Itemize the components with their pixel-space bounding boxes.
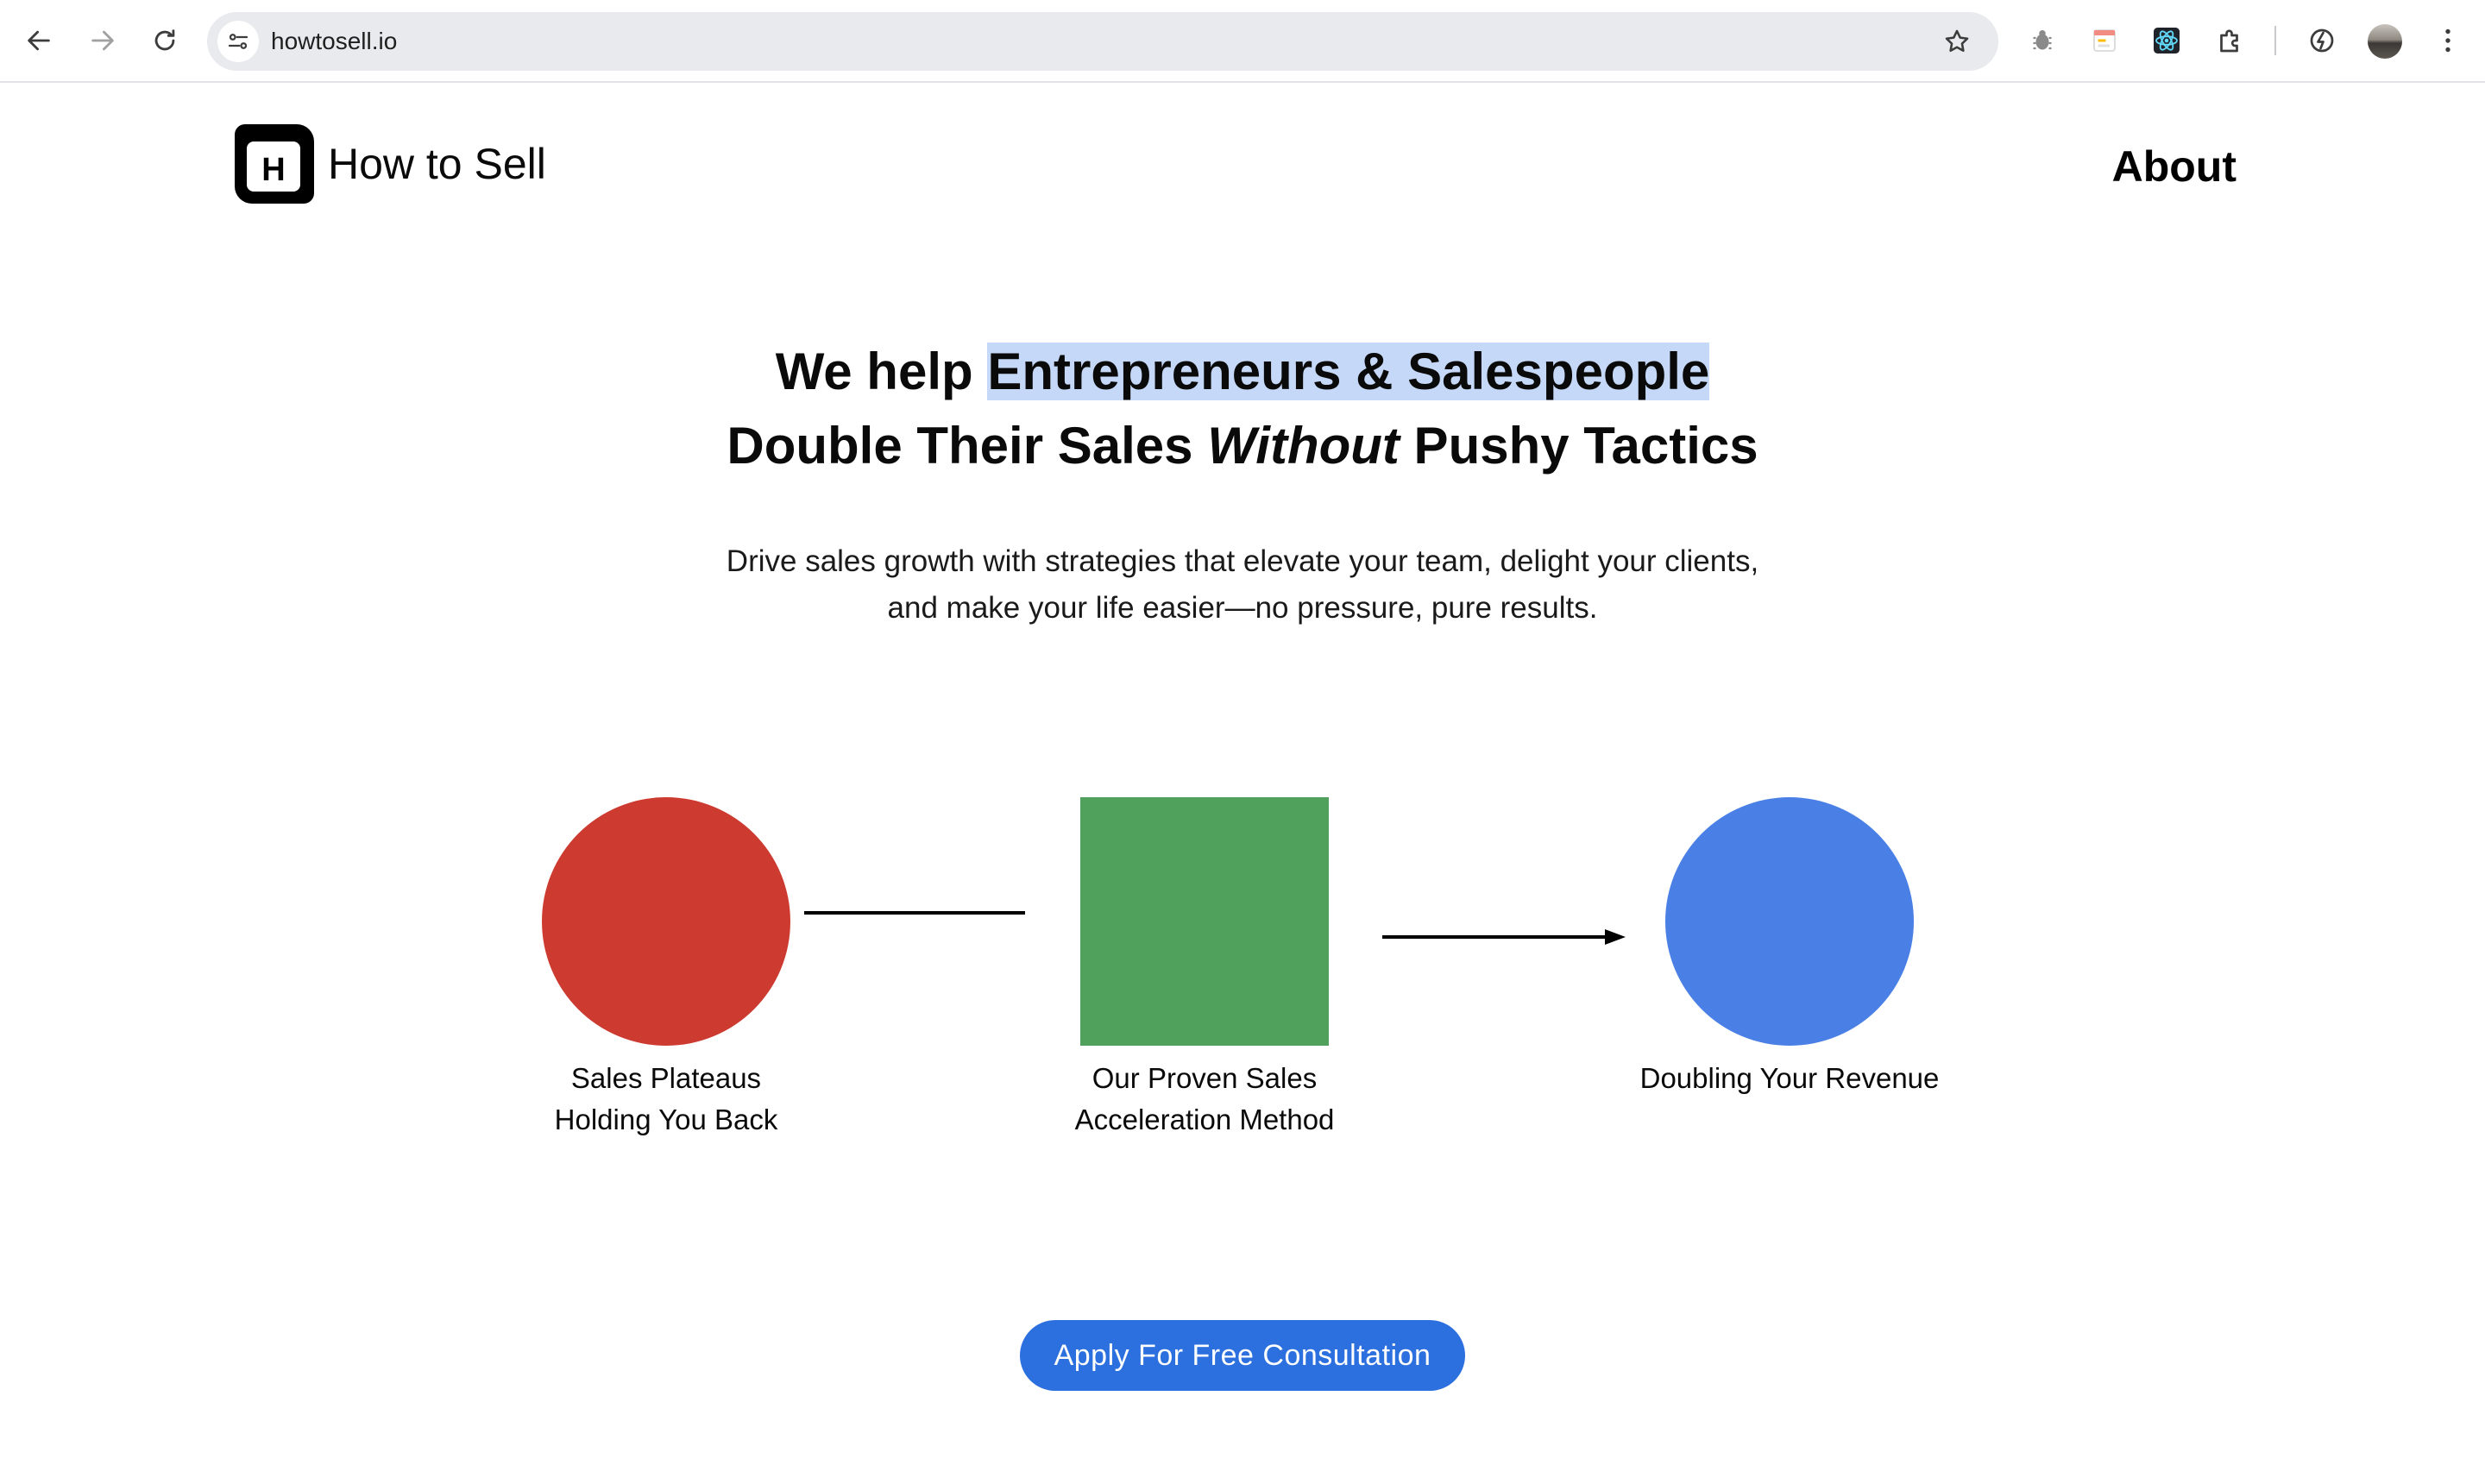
reload-button[interactable] <box>143 19 186 62</box>
title-line2-a: Double Their Sales <box>727 417 1208 475</box>
step-1-line1: Sales Plateaus <box>570 1062 762 1094</box>
step-label-plateau: Sales Plateaus Holding You Back <box>442 1058 890 1141</box>
connector-line <box>804 911 1025 915</box>
apply-consultation-button[interactable]: Apply For Free Consultation <box>1020 1320 1465 1391</box>
reload-icon <box>154 29 175 51</box>
hero-title-line2: Double Their Sales Without Pushy Tactics <box>727 417 1758 475</box>
url-text[interactable]: howtosell.io <box>271 12 397 71</box>
brand-link[interactable]: H How to Sell <box>235 124 546 204</box>
forward-arrow-icon <box>91 30 114 51</box>
bug-extension-button[interactable] <box>2024 22 2060 59</box>
connector-arrow-icon <box>1382 929 1626 945</box>
address-bar[interactable]: howtosell.io <box>207 12 1998 71</box>
calendar-extension-icon <box>2093 29 2116 52</box>
calendar-extension-button[interactable] <box>2086 22 2123 59</box>
forward-button[interactable] <box>81 19 124 62</box>
title-highlight: Entrepreneurs & Salespeople <box>987 343 1710 400</box>
site-header: H How to Sell About <box>0 81 2485 254</box>
sales-plateau-circle <box>542 797 790 1046</box>
extensions-button[interactable] <box>2212 22 2249 59</box>
bug-icon <box>2033 30 2052 50</box>
hero-subtitle: Drive sales growth with strategies that … <box>0 538 2485 632</box>
revenue-circle <box>1665 797 1914 1046</box>
subtitle-line2: and make your life easier—no pressure, p… <box>887 591 1598 625</box>
puzzle-extensions-icon <box>2220 29 2238 53</box>
step-2-line1: Our Proven Sales <box>1092 1062 1318 1094</box>
hero-title-line1: We help Entrepreneurs & Salespeople <box>776 343 1710 400</box>
method-square <box>1080 797 1329 1046</box>
performance-extension-icon <box>2310 28 2334 53</box>
toolbar-divider <box>2274 26 2276 55</box>
hero-title: We help Entrepreneurs & Salespeople Doub… <box>0 335 2485 483</box>
nav-about-link[interactable]: About <box>2112 141 2236 192</box>
step-3-line1: Doubling Your Revenue <box>1639 1062 1940 1094</box>
brand-logo-icon: H <box>235 124 314 204</box>
step-label-method: Our Proven Sales Acceleration Method <box>980 1058 1429 1141</box>
react-devtools-icon <box>2154 28 2180 53</box>
step-1-line2: Holding You Back <box>554 1104 778 1135</box>
chrome-menu-button[interactable] <box>2430 22 2466 59</box>
step-label-revenue: Doubling Your Revenue <box>1565 1058 2014 1099</box>
subtitle-line1: Drive sales growth with strategies that … <box>726 544 1759 578</box>
brand-name: How to Sell <box>328 140 546 188</box>
bookmark-star-button[interactable] <box>1940 24 1974 59</box>
browser-toolbar: howtosell.io <box>0 0 2485 83</box>
logo-letter: H <box>261 152 285 188</box>
back-button[interactable] <box>17 19 60 62</box>
step-2-line2: Acceleration Method <box>1074 1104 1335 1135</box>
title-line2-em: Without <box>1207 417 1400 475</box>
site-info-button[interactable] <box>217 21 259 62</box>
tune-icon <box>228 34 248 49</box>
react-devtools-button[interactable] <box>2148 22 2185 59</box>
star-icon <box>1945 29 1969 53</box>
title-line2-b: Pushy Tactics <box>1399 417 1758 475</box>
profile-avatar[interactable] <box>2368 24 2402 59</box>
kebab-menu-icon <box>2445 28 2450 53</box>
performance-extension-button[interactable] <box>2304 22 2340 59</box>
title-prefix: We help <box>775 343 988 400</box>
back-arrow-icon <box>28 30 50 51</box>
